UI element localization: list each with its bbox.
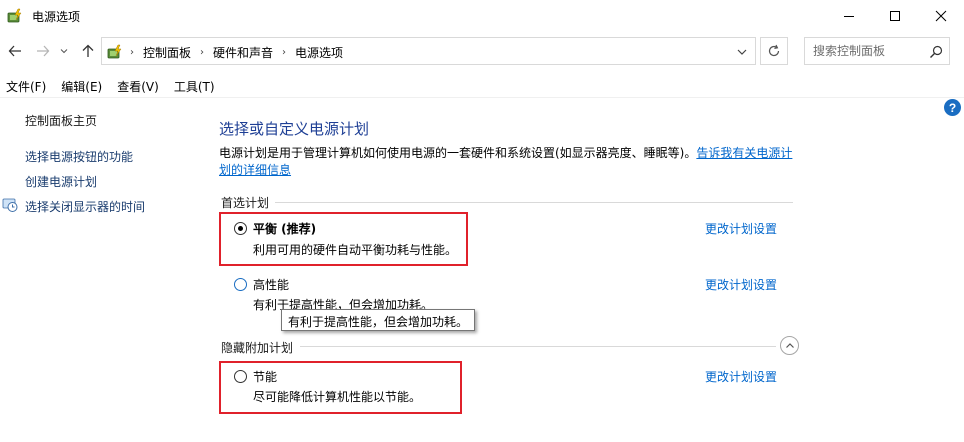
breadcrumb-separator[interactable]: › (282, 47, 286, 58)
section-divider (275, 202, 793, 203)
back-button[interactable] (6, 42, 24, 60)
search-input[interactable] (805, 38, 925, 64)
change-plan-settings-link[interactable]: 更改计划设置 (705, 276, 777, 293)
breadcrumb: › 控制面板 › 硬件和声音 › 电源选项 (130, 44, 343, 61)
sidebar-link-display-timeout[interactable]: 选择关闭显示器的时间 (25, 198, 145, 215)
breadcrumb-power-options[interactable]: 电源选项 (295, 44, 343, 61)
breadcrumb-separator[interactable]: › (200, 47, 204, 58)
change-plan-settings-link[interactable]: 更改计划设置 (705, 220, 777, 237)
search-icon[interactable] (929, 45, 943, 59)
menu-view[interactable]: 查看(V) (117, 76, 159, 96)
minimize-button[interactable] (826, 0, 872, 31)
search-box[interactable] (804, 37, 950, 65)
plan-name[interactable]: 高性能 (253, 276, 289, 293)
radio-high-performance[interactable] (234, 278, 247, 291)
arrow-left-icon (8, 45, 21, 57)
page-description: 电源计划是用于管理计算机如何使用电源的一套硬件和系统设置(如显示器亮度、睡眠等)… (219, 145, 799, 179)
section-divider (300, 346, 776, 347)
arrow-up-icon (82, 44, 94, 57)
sidebar-link-power-buttons[interactable]: 选择电源按钮的功能 (25, 148, 133, 165)
tooltip: 有利于提高性能，但会增加功耗。 (281, 309, 476, 331)
recent-locations-button[interactable] (58, 42, 70, 60)
collapse-button[interactable] (780, 336, 799, 355)
power-options-icon (7, 8, 22, 23)
maximize-icon (890, 10, 900, 21)
close-icon (935, 10, 947, 21)
help-icon[interactable]: ? (944, 99, 961, 116)
chevron-down-icon[interactable] (736, 46, 748, 58)
window-title: 电源选项 (32, 10, 81, 24)
forward-button[interactable] (34, 42, 52, 60)
minimize-icon (844, 15, 854, 17)
address-bar[interactable]: › 控制面板 › 硬件和声音 › 电源选项 (101, 37, 756, 65)
close-button[interactable] (918, 0, 964, 31)
sidebar-link-control-panel-home[interactable]: 控制面板主页 (25, 112, 97, 129)
title-bar: 电源选项 (0, 0, 964, 31)
breadcrumb-control-panel[interactable]: 控制面板 (143, 44, 191, 61)
description-text: 电源计划是用于管理计算机如何使用电源的一套硬件和系统设置(如显示器亮度、睡眠等)… (219, 146, 697, 160)
refresh-icon (768, 44, 780, 57)
up-button[interactable] (79, 42, 97, 60)
display-timeout-icon (2, 198, 18, 212)
menu-file[interactable]: 文件(F) (6, 76, 46, 96)
refresh-button[interactable] (760, 37, 788, 65)
divider (0, 97, 964, 98)
menu-tools[interactable]: 工具(T) (174, 76, 215, 96)
breadcrumb-hardware-sound[interactable]: 硬件和声音 (213, 44, 273, 61)
breadcrumb-separator[interactable]: › (130, 47, 134, 58)
section-label-hidden: 隐藏附加计划 (221, 341, 294, 355)
highlight-box (219, 212, 468, 266)
navigation-bar: › 控制面板 › 硬件和声音 › 电源选项 (0, 34, 964, 68)
section-label-preferred: 首选计划 (221, 196, 270, 210)
maximize-button[interactable] (872, 0, 918, 31)
chevron-up-icon (785, 342, 794, 348)
highlight-box (219, 361, 462, 414)
power-options-icon (107, 44, 122, 59)
chevron-down-icon (60, 49, 68, 54)
menu-bar: 文件(F) 编辑(E) 查看(V) 工具(T) (0, 76, 964, 96)
change-plan-settings-link[interactable]: 更改计划设置 (705, 368, 777, 385)
menu-edit[interactable]: 编辑(E) (61, 76, 102, 96)
arrow-right-icon (37, 45, 50, 57)
page-title: 选择或自定义电源计划 (219, 120, 370, 138)
sidebar-link-create-plan[interactable]: 创建电源计划 (25, 173, 97, 190)
